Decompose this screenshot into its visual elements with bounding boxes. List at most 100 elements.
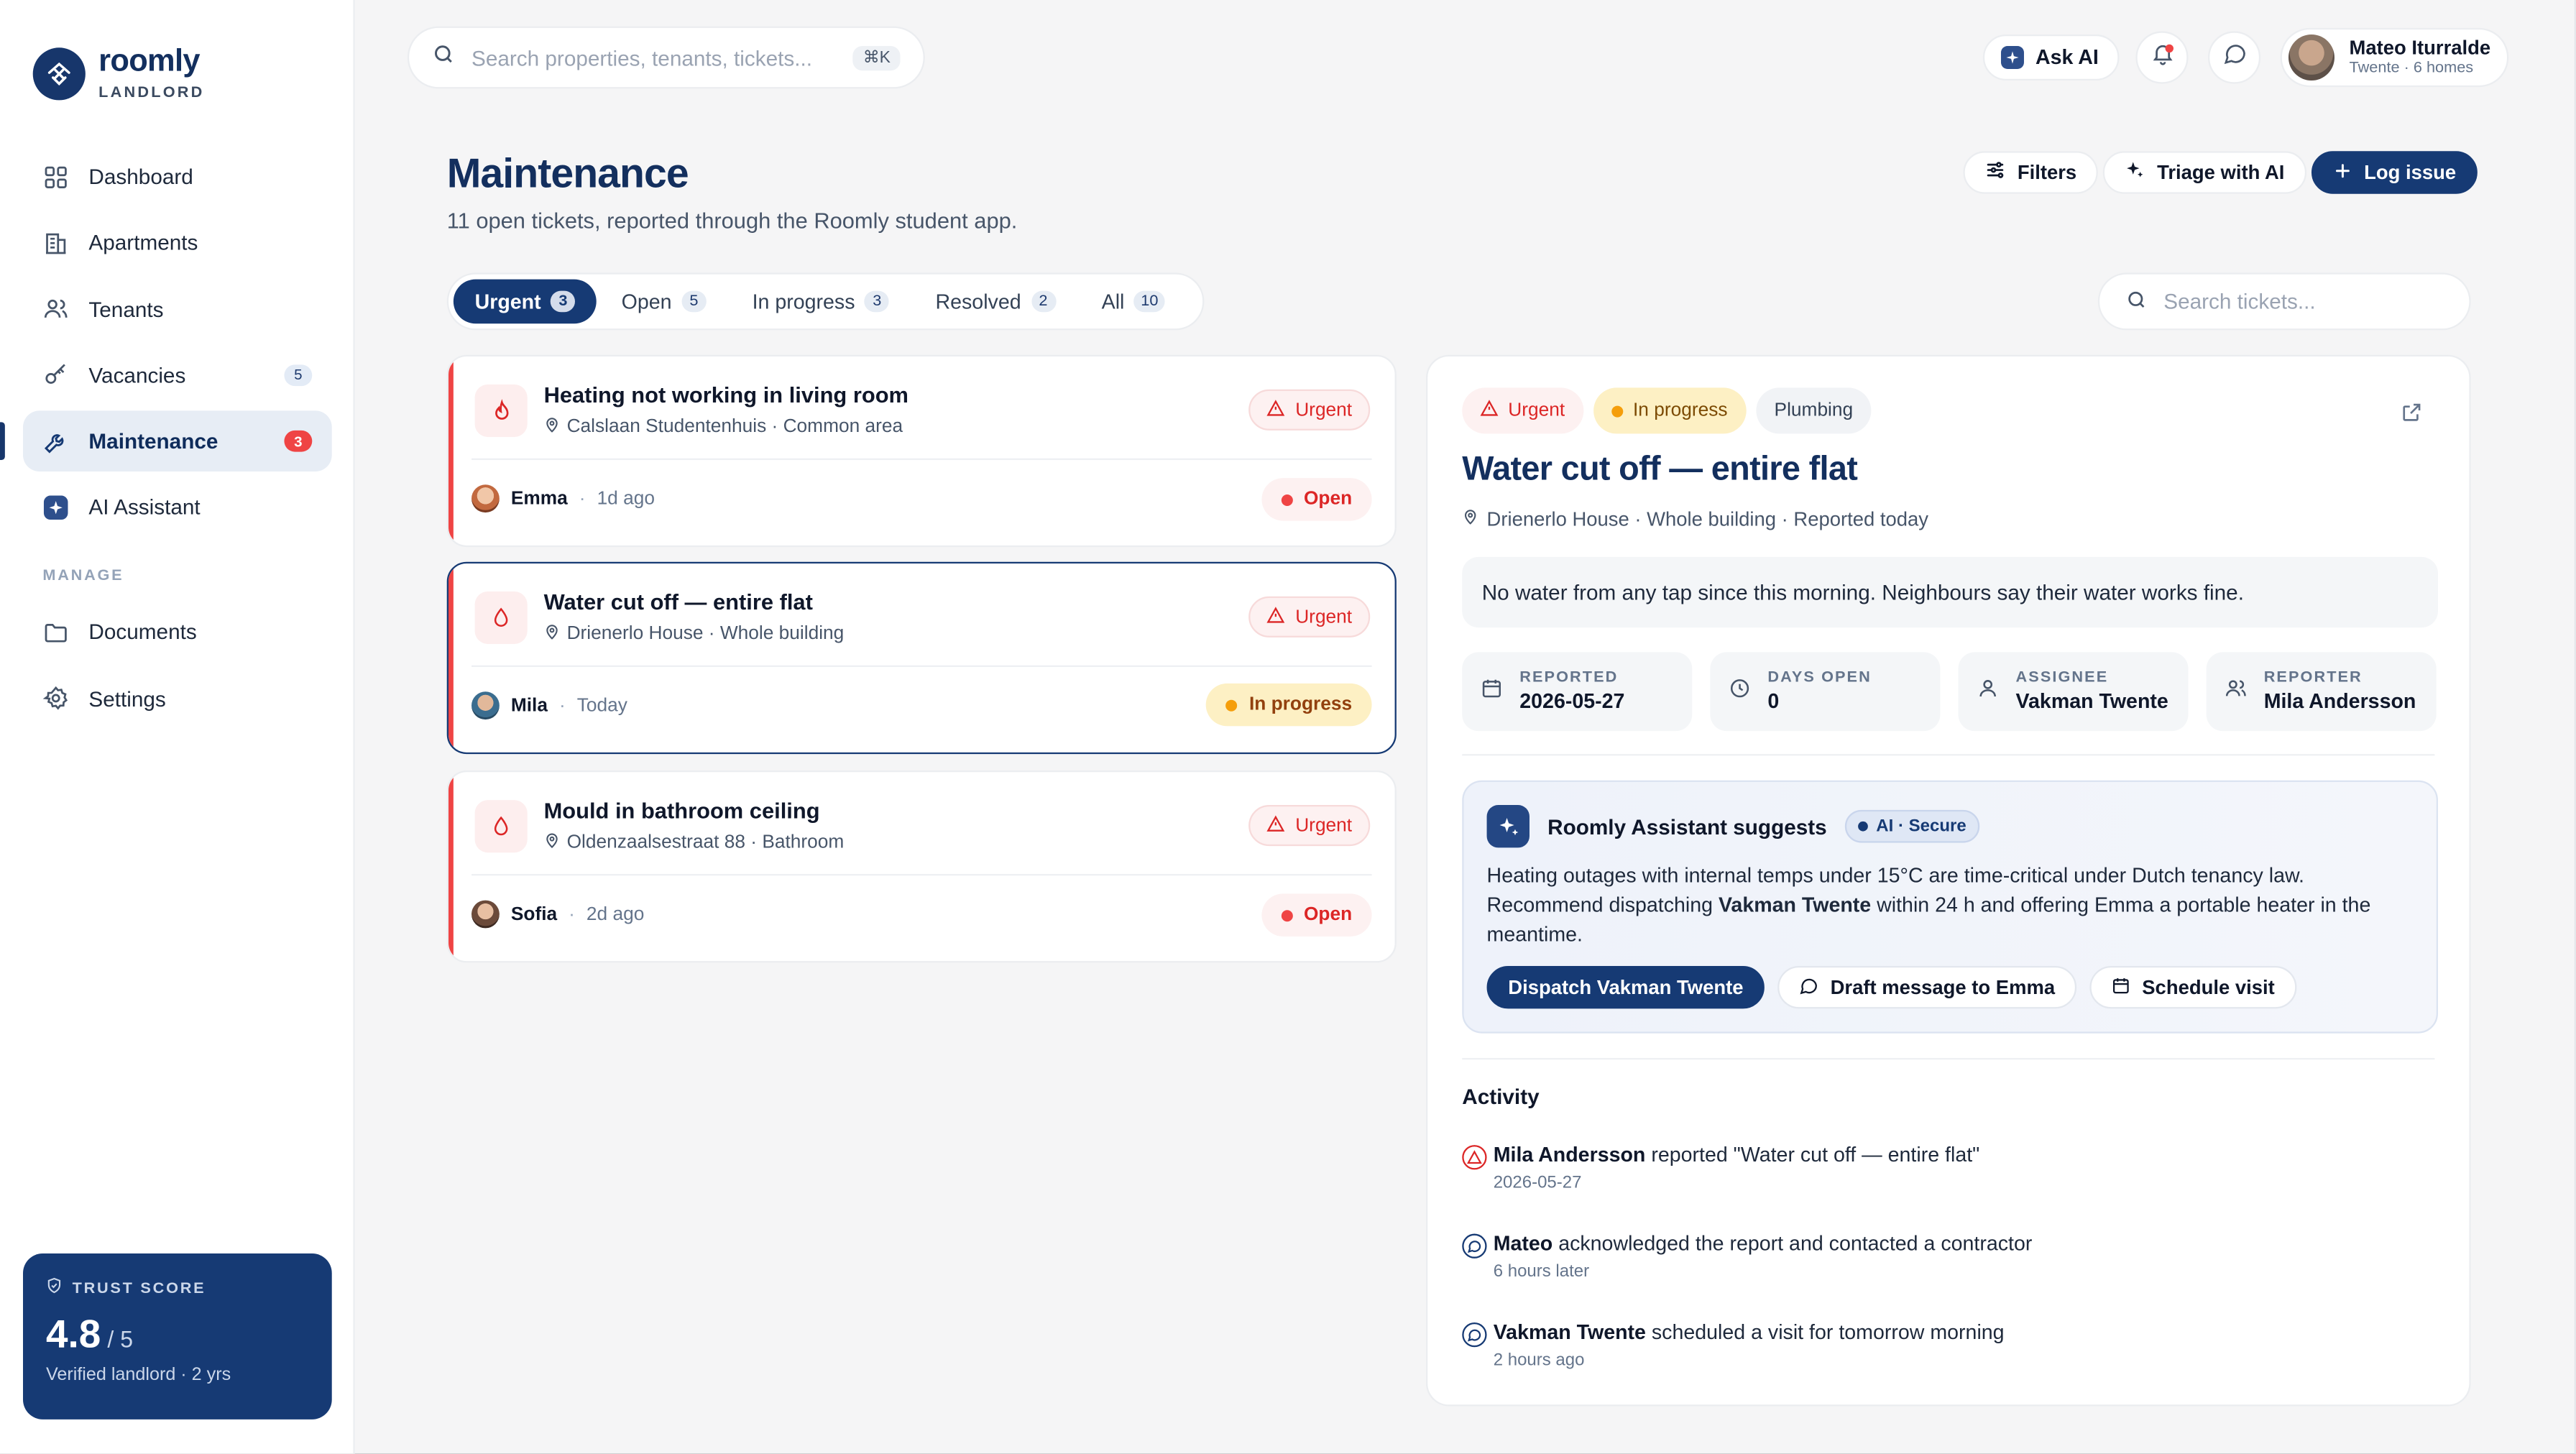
folder-icon	[42, 620, 69, 646]
ticket-location: Drienerlo House · Whole building	[566, 624, 845, 644]
ticket-card-selected[interactable]: Water cut off — entire flat Drienerlo Ho…	[446, 561, 1397, 755]
activity-item: Vakman Twente scheduled a visit for tomo…	[1462, 1319, 2005, 1370]
dispatch-button[interactable]: Dispatch Vakman Twente	[1486, 965, 1765, 1009]
notifications-button[interactable]	[2135, 31, 2189, 84]
ticket-card[interactable]: Heating not working in living room Calsl…	[446, 354, 1397, 548]
global-search-input[interactable]: Search properties, tenants, tickets... ⌘…	[407, 26, 925, 89]
ai-secure-badge: AI · Secure	[1844, 809, 1979, 843]
sidebar-item-label: AI Assistant	[88, 495, 201, 520]
sidebar-item-apartments[interactable]: Apartments	[23, 213, 332, 274]
divider	[471, 458, 1372, 460]
tab-resolved[interactable]: Resolved 2	[914, 280, 1077, 324]
trust-score-card: TRUST SCORE 4.8 / 5 Verified landlord · …	[22, 1253, 332, 1420]
grid-icon	[42, 163, 69, 190]
ticket-detail-location: Drienerlo House · Whole building · Repor…	[1486, 507, 1928, 531]
priority-badge: Urgent	[1249, 596, 1371, 638]
sidebar-item-label: Apartments	[88, 230, 198, 255]
user-profile-menu[interactable]: Mateo Iturralde Twente · 6 homes	[2280, 27, 2509, 88]
avatar	[471, 484, 500, 513]
ai-sparkle-icon	[1486, 804, 1530, 848]
calendar-icon	[1480, 676, 1503, 707]
open-external-icon[interactable]	[2400, 401, 2423, 432]
badge-dot	[1858, 821, 1868, 832]
tab-in-progress[interactable]: In progress 3	[731, 280, 911, 324]
tab-all[interactable]: All 10	[1080, 280, 1186, 324]
sidebar-item-vacancies[interactable]: Vacancies 5	[23, 345, 332, 406]
ticket-detail-panel: Urgent In progress Plumbing Water cut of…	[1425, 354, 2471, 1407]
sidebar-item-ai-assistant[interactable]: AI Assistant	[23, 477, 332, 538]
reported-time: Today	[576, 695, 627, 716]
brand-name: roomly	[98, 44, 200, 79]
ask-ai-button[interactable]: Ask AI	[1982, 34, 2120, 80]
sidebar-item-documents[interactable]: Documents	[23, 602, 332, 663]
page-title: Maintenance	[446, 151, 689, 198]
messages-button[interactable]	[2207, 31, 2261, 84]
log-issue-button[interactable]: Log issue	[2311, 151, 2478, 194]
filters-button[interactable]: Filters	[1963, 151, 2098, 194]
tab-open[interactable]: Open 5	[600, 280, 727, 324]
tab-count: 3	[551, 290, 576, 313]
sidebar-item-dashboard[interactable]: Dashboard	[23, 146, 332, 207]
activity-item: Mateo acknowledged the report and contac…	[1462, 1230, 2032, 1282]
ticket-location: Oldenzaalsestraat 88 · Bathroom	[566, 832, 845, 853]
priority-bar	[448, 356, 454, 546]
sidebar-item-tenants[interactable]: Tenants	[23, 279, 332, 340]
app-window: roomly LANDLORD Dashboard Apartments Ten…	[0, 0, 2576, 1454]
sidebar: roomly LANDLORD Dashboard Apartments Ten…	[0, 0, 355, 1454]
search-placeholder: Search properties, tenants, tickets...	[471, 45, 813, 70]
calendar-icon	[2111, 975, 2130, 1000]
vacancies-count-badge: 5	[284, 364, 313, 386]
chip-label: In progress	[1632, 400, 1728, 421]
search-icon	[2126, 288, 2148, 315]
status-dot	[1280, 909, 1292, 921]
user-icon	[1977, 676, 2000, 707]
activity-time: 6 hours later	[1493, 1261, 1590, 1282]
clock-icon	[1729, 676, 1752, 707]
status-chip: In progress	[1593, 387, 1746, 434]
page-subtitle: 11 open tickets, reported through the Ro…	[446, 208, 1018, 234]
tab-count: 10	[1134, 290, 1165, 313]
tab-urgent[interactable]: Urgent 3	[453, 279, 597, 324]
sidebar-item-label: Maintenance	[88, 428, 218, 454]
status-badge: Open	[1261, 893, 1372, 937]
ask-ai-label: Ask AI	[2035, 45, 2099, 69]
ticket-search-input[interactable]: Search tickets...	[2097, 272, 2471, 331]
meta-value: 2026-05-27	[1519, 689, 1625, 713]
meta-reported: REPORTED 2026-05-27	[1462, 652, 1693, 732]
priority-bar	[448, 772, 454, 962]
draft-message-button[interactable]: Draft message to Emma	[1777, 965, 2076, 1009]
ticket-card[interactable]: Mould in bathroom ceiling Oldenzaalsestr…	[446, 770, 1397, 963]
button-label: Schedule visit	[2142, 975, 2275, 999]
pin-icon	[544, 622, 561, 645]
status-label: Open	[1303, 905, 1353, 925]
reported-time: 2d ago	[586, 904, 645, 924]
reporter-name: Sofia	[510, 904, 558, 924]
meta-value: Mila Andersson	[2263, 689, 2416, 713]
sidebar-item-maintenance[interactable]: Maintenance 3	[0, 410, 332, 472]
ticket-description: No water from any tap since this morning…	[1462, 556, 2438, 628]
ticket-title: Mould in bathroom ceiling	[543, 798, 820, 824]
drop-icon	[474, 800, 528, 853]
user-name: Mateo Iturralde	[2349, 36, 2491, 60]
triage-with-ai-button[interactable]: Triage with AI	[2102, 151, 2306, 194]
shield-icon	[46, 1276, 63, 1299]
sidebar-item-label: Documents	[88, 620, 197, 645]
sidebar-item-settings[interactable]: Settings	[23, 668, 332, 730]
meta-label: ASSIGNEE	[2015, 668, 2109, 687]
brand[interactable]: roomly LANDLORD	[32, 44, 205, 102]
button-label: Draft message to Emma	[1830, 975, 2056, 999]
pin-icon	[544, 832, 561, 855]
sidebar-section-label: MANAGE	[42, 567, 124, 586]
schedule-visit-button[interactable]: Schedule visit	[2089, 965, 2296, 1009]
divider	[1462, 754, 2435, 756]
activity-time: 2026-05-27	[1493, 1172, 1582, 1193]
status-dot	[1280, 493, 1292, 505]
tab-count: 5	[681, 290, 707, 313]
trust-score-subtitle: Verified landlord · 2 yrs	[45, 1365, 231, 1385]
meta-label: REPORTED	[1519, 668, 1619, 687]
sparkle-icon	[2124, 160, 2145, 186]
search-icon	[432, 42, 455, 73]
ticket-search-placeholder: Search tickets...	[2163, 289, 2316, 314]
activity-text: acknowledged the report and contacted a …	[1552, 1232, 2033, 1256]
category-chip: Plumbing	[1756, 387, 1872, 434]
